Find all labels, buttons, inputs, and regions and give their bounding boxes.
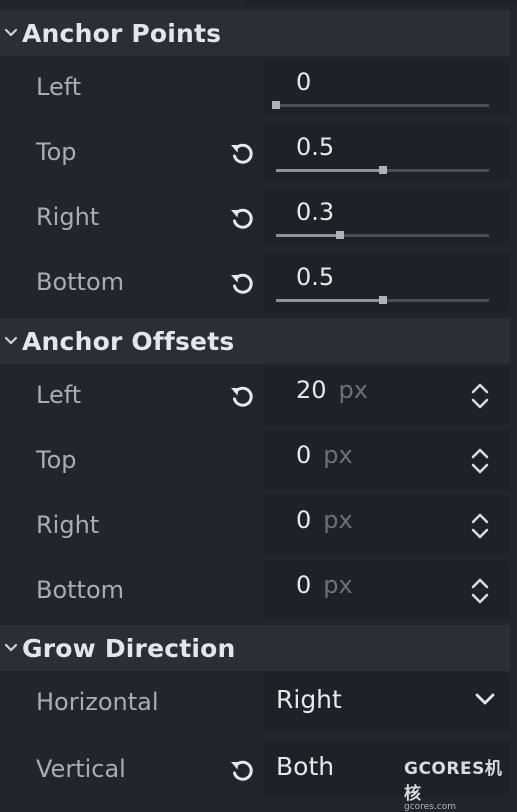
reset-icon[interactable]	[226, 267, 258, 299]
field-value: 0.5	[296, 263, 335, 291]
chevron-down-icon[interactable]	[0, 318, 22, 364]
unit-suffix: px	[323, 441, 353, 469]
offset-left-spinbox[interactable]: 20 px	[264, 366, 510, 424]
slider-track[interactable]	[272, 101, 489, 109]
anchor-points-bottom-row: Bottom 0.5	[0, 253, 517, 318]
chevron-down-icon[interactable]	[474, 691, 496, 711]
unit-suffix: px	[323, 506, 353, 534]
slider-handle[interactable]	[272, 101, 280, 109]
slider-fill	[276, 169, 383, 172]
field-value: 0 px	[296, 441, 353, 469]
section-header-grow-direction[interactable]: Grow Direction	[0, 625, 510, 671]
field-value: 0	[296, 68, 312, 96]
watermark-logo: GCORES机核 gcores.com	[404, 754, 514, 812]
slider-fill	[276, 299, 383, 302]
section-title: Grow Direction	[22, 633, 236, 663]
unit-suffix: px	[338, 376, 368, 404]
reset-icon[interactable]	[226, 380, 258, 412]
anchor-points-top-row: Top 0.5	[0, 123, 517, 188]
slider-handle[interactable]	[378, 166, 387, 174]
grow-horizontal-row: Horizontal Right	[0, 673, 517, 738]
slider-handle[interactable]	[335, 231, 344, 239]
spinbox-number: 20	[296, 376, 327, 404]
property-label: Bottom	[36, 576, 125, 604]
section-title: Anchor Points	[22, 18, 222, 48]
up-down-arrows-icon[interactable]	[468, 380, 492, 412]
property-label: Bottom	[36, 268, 125, 296]
anchor-offsets-left-row: Left 20 px	[0, 366, 517, 431]
property-label: Top	[36, 446, 77, 474]
spinbox-number: 0	[296, 441, 312, 469]
chevron-down-icon[interactable]	[0, 625, 22, 671]
spinbox-number: 0	[296, 506, 312, 534]
anchor-points-right-row: Right 0.3	[0, 188, 517, 253]
dropdown-value: Right	[276, 685, 342, 714]
offset-bottom-spinbox[interactable]: 0 px	[264, 561, 510, 619]
anchor-offsets-top-row: Top 0 px	[0, 431, 517, 496]
dropdown-value: Both	[276, 752, 335, 781]
up-down-arrows-icon[interactable]	[468, 445, 492, 477]
anchor-offsets-bottom-row: Bottom 0 px	[0, 561, 517, 626]
offset-top-spinbox[interactable]: 0 px	[264, 431, 510, 489]
section-title: Anchor Offsets	[22, 326, 235, 356]
anchor-bottom-slider-field[interactable]: 0.5	[264, 253, 510, 311]
top-strip-field	[244, 0, 517, 6]
property-label: Left	[36, 73, 82, 101]
property-label: Horizontal	[36, 688, 159, 716]
field-value: 0 px	[296, 506, 353, 534]
section-header-anchor-points[interactable]: Anchor Points	[0, 10, 510, 56]
field-value: 0.3	[296, 198, 335, 226]
property-label: Vertical	[36, 755, 126, 783]
anchor-left-slider-field[interactable]: 0	[264, 58, 510, 116]
watermark-text: GCORES机核	[404, 759, 503, 804]
reset-icon[interactable]	[226, 754, 258, 786]
slider-fill	[276, 234, 340, 237]
spinbox-number: 0	[296, 571, 312, 599]
grow-horizontal-dropdown[interactable]: Right	[264, 673, 510, 731]
property-label: Top	[36, 138, 77, 166]
property-label: Right	[36, 511, 100, 539]
property-label: Right	[36, 203, 100, 231]
reset-icon[interactable]	[226, 202, 258, 234]
field-value: 20 px	[296, 376, 368, 404]
section-header-anchor-offsets[interactable]: Anchor Offsets	[0, 318, 510, 364]
field-value: 0.5	[296, 133, 335, 161]
chevron-down-icon[interactable]	[0, 10, 22, 56]
slider-handle[interactable]	[378, 296, 387, 304]
anchor-top-slider-field[interactable]: 0.5	[264, 123, 510, 181]
anchor-offsets-right-row: Right 0 px	[0, 496, 517, 561]
anchor-points-left-row: Left 0	[0, 58, 517, 123]
top-strip	[0, 0, 517, 10]
offset-right-spinbox[interactable]: 0 px	[264, 496, 510, 554]
property-label: Left	[36, 381, 82, 409]
reset-icon[interactable]	[226, 137, 258, 169]
anchor-right-slider-field[interactable]: 0.3	[264, 188, 510, 246]
up-down-arrows-icon[interactable]	[468, 510, 492, 542]
watermark-url: gcores.com	[404, 802, 456, 812]
up-down-arrows-icon[interactable]	[468, 575, 492, 607]
slider-track[interactable]	[276, 231, 489, 239]
slider-track[interactable]	[276, 166, 489, 174]
field-value: 0 px	[296, 571, 353, 599]
unit-suffix: px	[323, 571, 353, 599]
slider-track[interactable]	[276, 296, 489, 304]
